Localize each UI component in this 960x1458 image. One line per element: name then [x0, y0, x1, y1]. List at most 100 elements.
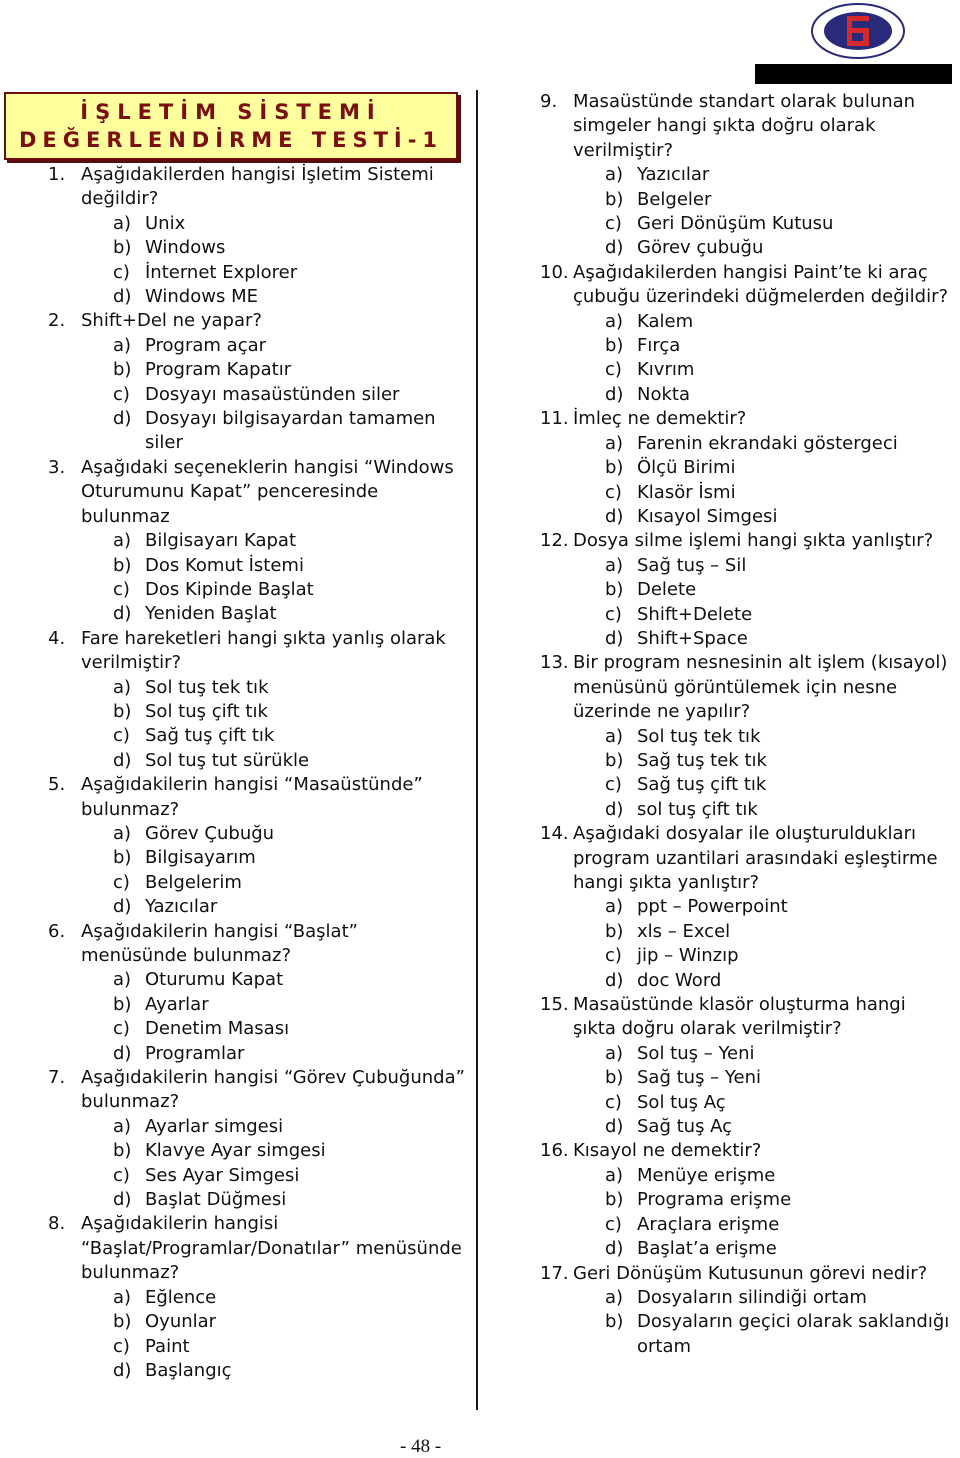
answer-option: b) Program Kapatır: [48, 358, 468, 382]
answer-option: b) Dos Komut İstemi: [48, 554, 468, 578]
option-text: Başlat’a erişme: [637, 1238, 777, 1260]
answer-option: c) Kıvrım: [540, 358, 950, 382]
option-letter: a): [605, 310, 624, 332]
option-text: xls – Excel: [637, 920, 731, 942]
question-block: 12. Dosya silme işlemi hangi şıkta yanlış…: [540, 529, 950, 651]
option-text: Sol tuş Aç: [637, 1091, 726, 1113]
question-block: 15. Masaüstünde klasör oluşturma hangi şı…: [540, 993, 950, 1139]
answer-option: d) Sağ tuş Aç: [540, 1115, 950, 1139]
option-text: sol tuş çift tık: [637, 798, 758, 820]
question-text: İmleç ne demektir?: [573, 408, 747, 430]
option-letter: c): [113, 871, 130, 893]
question-block: 8. Aşağıdakilerin hangisi “Başlat/Program…: [48, 1212, 468, 1383]
column-divider: [476, 90, 478, 1410]
option-letter: c): [113, 261, 130, 283]
question-number: 13.: [540, 652, 569, 674]
question: 8. Aşağıdakilerin hangisi “Başlat/Program…: [48, 1212, 468, 1285]
option-text: Geri Dönüşüm Kutusu: [637, 213, 834, 235]
option-text: Kalem: [637, 310, 694, 332]
answer-option: c) Shift+Delete: [540, 603, 950, 627]
question: 2. Shift+Del ne yapar?: [48, 309, 468, 333]
option-text: Dosyaların silindiği ortam: [637, 1286, 867, 1308]
answer-option: c) Denetim Masası: [48, 1017, 468, 1041]
option-text: Yeniden Başlat: [145, 603, 277, 625]
question-number: 9.: [540, 91, 558, 112]
question: 16. Kısayol ne demektir?: [540, 1139, 950, 1163]
option-letter: a): [605, 1042, 624, 1064]
option-text: Unix: [145, 212, 186, 234]
question-block: 6. Aşağıdakilerin hangisi “Başlat” menüsü…: [48, 920, 468, 1066]
option-letter: d): [605, 627, 624, 649]
question: 10. Aşağıdakilerden hangisi Paint’te ki a…: [540, 261, 950, 310]
question-block: 14. Aşağıdaki dosyalar ile oluşturuldukla…: [540, 822, 950, 993]
question-number: 17.: [540, 1262, 569, 1284]
option-text: Shift+Space: [637, 627, 748, 649]
option-text: Fırça: [637, 335, 681, 357]
answer-option: b) Sağ tuş – Yeni: [540, 1066, 950, 1090]
option-letter: b): [605, 920, 624, 942]
answer-option: c) Sağ tuş çift tık: [48, 724, 468, 748]
option-letter: a): [113, 1286, 132, 1308]
answer-option: d) doc Word: [540, 969, 950, 993]
question-text: Fare hareketleri hangi şıkta yanlış olar…: [81, 627, 446, 674]
question-number: 6.: [48, 920, 66, 942]
option-letter: c): [113, 725, 130, 747]
option-letter: b): [113, 993, 132, 1015]
option-letter: b): [605, 579, 624, 601]
question: 12. Dosya silme işlemi hangi şıkta yanlış…: [540, 529, 950, 553]
answer-option: c) Sağ tuş çift tık: [540, 773, 950, 797]
question-text: Aşağıdaki dosyalar ile oluşturuldukları …: [573, 823, 938, 893]
question: 17. Geri Dönüşüm Kutusunun görevi nedir?: [540, 1262, 950, 1286]
question-number: 10.: [540, 261, 569, 283]
right-question-column: 9. Masaüstünde standart olarak bulunan si…: [540, 90, 950, 1359]
question-text: Aşağıdakilerin hangisi “Görev Çubuğunda”…: [81, 1067, 465, 1113]
answer-option: d) Başlat’a erişme: [540, 1237, 950, 1261]
question-number: 8.: [48, 1213, 66, 1235]
question: 7. Aşağıdakilerin hangisi “Görev Çubuğund…: [48, 1066, 468, 1115]
option-letter: d): [605, 505, 624, 527]
option-letter: c): [113, 1018, 130, 1040]
question: 6. Aşağıdakilerin hangisi “Başlat” menüsü…: [48, 920, 468, 969]
option-letter: c): [605, 945, 622, 967]
option-text: Klavye Ayar simgesi: [145, 1140, 326, 1162]
question-block: 4. Fare hareketleri hangi şıkta yanlış ol…: [48, 627, 468, 773]
answer-option: a) Oturumu Kapat: [48, 968, 468, 992]
option-letter: b): [605, 1311, 624, 1333]
answer-option: d) Başlangıç: [48, 1359, 468, 1383]
option-text: Sağ tuş çift tık: [145, 725, 275, 747]
option-text: Araçlara erişme: [637, 1213, 780, 1235]
answer-option: d) Dosyayı bilgisayardan tamamen siler: [48, 407, 468, 456]
answer-option: a) Sol tuş – Yeni: [540, 1042, 950, 1066]
answer-option: b) Dosyaların geçici olarak saklandığı or…: [540, 1310, 950, 1359]
title-line-1: İŞLETİM SİSTEMİ: [80, 100, 382, 124]
answer-option: d) Shift+Space: [540, 627, 950, 651]
question-text: Masaüstünde standart olarak bulunan simg…: [573, 91, 916, 161]
answer-option: c) Geri Dönüşüm Kutusu: [540, 212, 950, 236]
option-text: Windows ME: [145, 286, 258, 308]
answer-option: b) xls – Excel: [540, 920, 950, 944]
answer-option: a) Ayarlar simgesi: [48, 1115, 468, 1139]
option-letter: d): [605, 798, 624, 820]
answer-option: c) Dosyayı masaüstünden siler: [48, 383, 468, 407]
option-letter: c): [605, 481, 622, 503]
answer-option: c) jip – Winzıp: [540, 944, 950, 968]
option-text: Ayarlar: [145, 993, 209, 1015]
option-text: Sağ tuş – Yeni: [637, 1067, 761, 1089]
option-text: İnternet Explorer: [145, 261, 298, 283]
option-text: Menüye erişme: [637, 1164, 776, 1186]
question-text: Aşağıdakilerin hangisi “Masaüstünde” bul…: [81, 774, 423, 820]
answer-option: c) Paint: [48, 1335, 468, 1359]
answer-option: d) sol tuş çift tık: [540, 798, 950, 822]
question-block: 2. Shift+Del ne yapar? a) Program açar b) Pro…: [48, 309, 468, 455]
option-text: Shift+Delete: [637, 603, 753, 625]
option-letter: a): [113, 1115, 132, 1137]
option-letter: c): [605, 1091, 622, 1113]
question-number: 15.: [540, 994, 569, 1016]
answer-option: c) İnternet Explorer: [48, 261, 468, 285]
question-text: Bir program nesnesinin alt işlem (kısayo…: [573, 652, 948, 723]
option-text: Program açar: [145, 334, 267, 356]
option-text: Klasör İsmi: [637, 481, 736, 503]
answer-option: a) Menüye erişme: [540, 1164, 950, 1188]
answer-option: d) Sol tuş tut sürükle: [48, 749, 468, 773]
option-text: Dos Komut İstemi: [145, 554, 304, 576]
